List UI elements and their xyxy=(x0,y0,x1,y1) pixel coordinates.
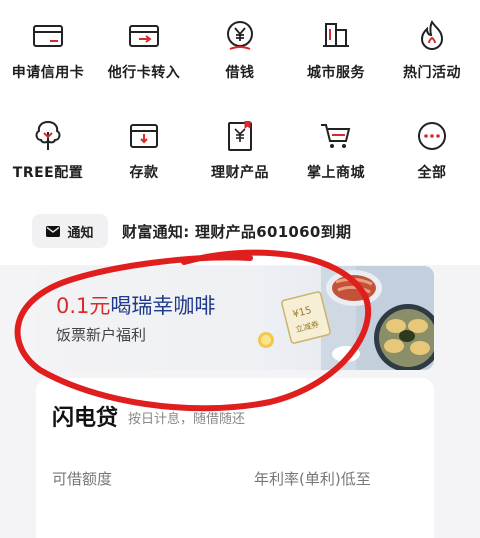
notice-bar[interactable]: 通知 财富通知: 理财产品601060到期 xyxy=(0,208,480,254)
loan-slogan: 按日计息，随借随还 xyxy=(128,412,246,427)
shopping-cart-icon xyxy=(321,124,351,148)
banner-price: 0.1元 xyxy=(56,294,111,318)
banner-title: 0.1元喝瑞幸咖啡 xyxy=(56,290,215,320)
flame-icon xyxy=(420,20,444,51)
card-transfer-in-icon xyxy=(129,25,159,47)
city-building-icon xyxy=(323,23,349,47)
grid-item-label: 掌上商城 xyxy=(307,165,365,181)
more-dots-icon xyxy=(418,122,446,150)
banner-subtitle: 饭票新户福利 xyxy=(56,326,147,344)
deposit-box-icon xyxy=(130,124,158,148)
top-panel: 申请信用卡 他行卡转入 借钱 城市服务 热门活动 TREE配置 存款 理财产品 … xyxy=(0,0,480,265)
grid-item-label: 城市服务 xyxy=(307,65,365,81)
grid-item-mobile-mall[interactable]: 掌上商城 xyxy=(288,118,384,196)
promo-banner[interactable]: 0.1元喝瑞幸咖啡 饭票新户福利 ¥15 立减券 xyxy=(36,266,434,370)
grid-item-label: 热门活动 xyxy=(403,65,461,81)
grid-item-label: 存款 xyxy=(129,165,159,181)
grid-item-label: 他行卡转入 xyxy=(107,65,181,81)
grid-item-tree-config[interactable]: TREE配置 xyxy=(0,118,96,196)
yen-coin-icon xyxy=(227,21,253,50)
tree-icon xyxy=(35,120,61,150)
credit-card-apply-icon xyxy=(33,25,63,47)
grid-item-borrow[interactable]: 借钱 xyxy=(192,18,288,96)
loan-title: 闪电贷 xyxy=(52,406,119,431)
grid-item-label: 理财产品 xyxy=(211,165,269,181)
grid-item-all[interactable]: 全部 xyxy=(384,118,480,196)
loan-rate-label: 年利率(单利)低至 xyxy=(254,470,371,488)
banner-food-illustration: ¥15 立减券 xyxy=(258,266,434,370)
grid-item-hot-events[interactable]: 热门活动 xyxy=(384,18,480,96)
grid-item-label: 借钱 xyxy=(225,65,255,81)
finance-document-icon xyxy=(228,121,252,151)
grid-item-finance-products[interactable]: 理财产品 xyxy=(192,118,288,196)
grid-item-apply-credit-card[interactable]: 申请信用卡 xyxy=(0,18,96,96)
notice-tag: 通知 xyxy=(32,214,108,248)
loan-limit-label: 可借额度 xyxy=(52,470,113,488)
service-grid: 申请信用卡 他行卡转入 借钱 城市服务 热门活动 TREE配置 存款 理财产品 … xyxy=(0,18,480,196)
flash-loan-card[interactable]: 闪电贷 按日计息，随借随还 可借额度 年利率(单利)低至 xyxy=(36,378,434,538)
notice-tag-label: 通知 xyxy=(67,225,94,241)
grid-item-label: 全部 xyxy=(417,165,447,181)
grid-item-deposit[interactable]: 存款 xyxy=(96,118,192,196)
grid-item-label: 申请信用卡 xyxy=(11,65,85,81)
grid-item-city-services[interactable]: 城市服务 xyxy=(288,18,384,96)
grid-item-label: TREE配置 xyxy=(12,165,84,181)
banner-title-rest: 喝瑞幸咖啡 xyxy=(110,294,216,318)
grid-item-card-transfer-in[interactable]: 他行卡转入 xyxy=(96,18,192,96)
envelope-icon xyxy=(46,225,61,237)
notice-text: 财富通知: 理财产品601060到期 xyxy=(122,222,352,241)
